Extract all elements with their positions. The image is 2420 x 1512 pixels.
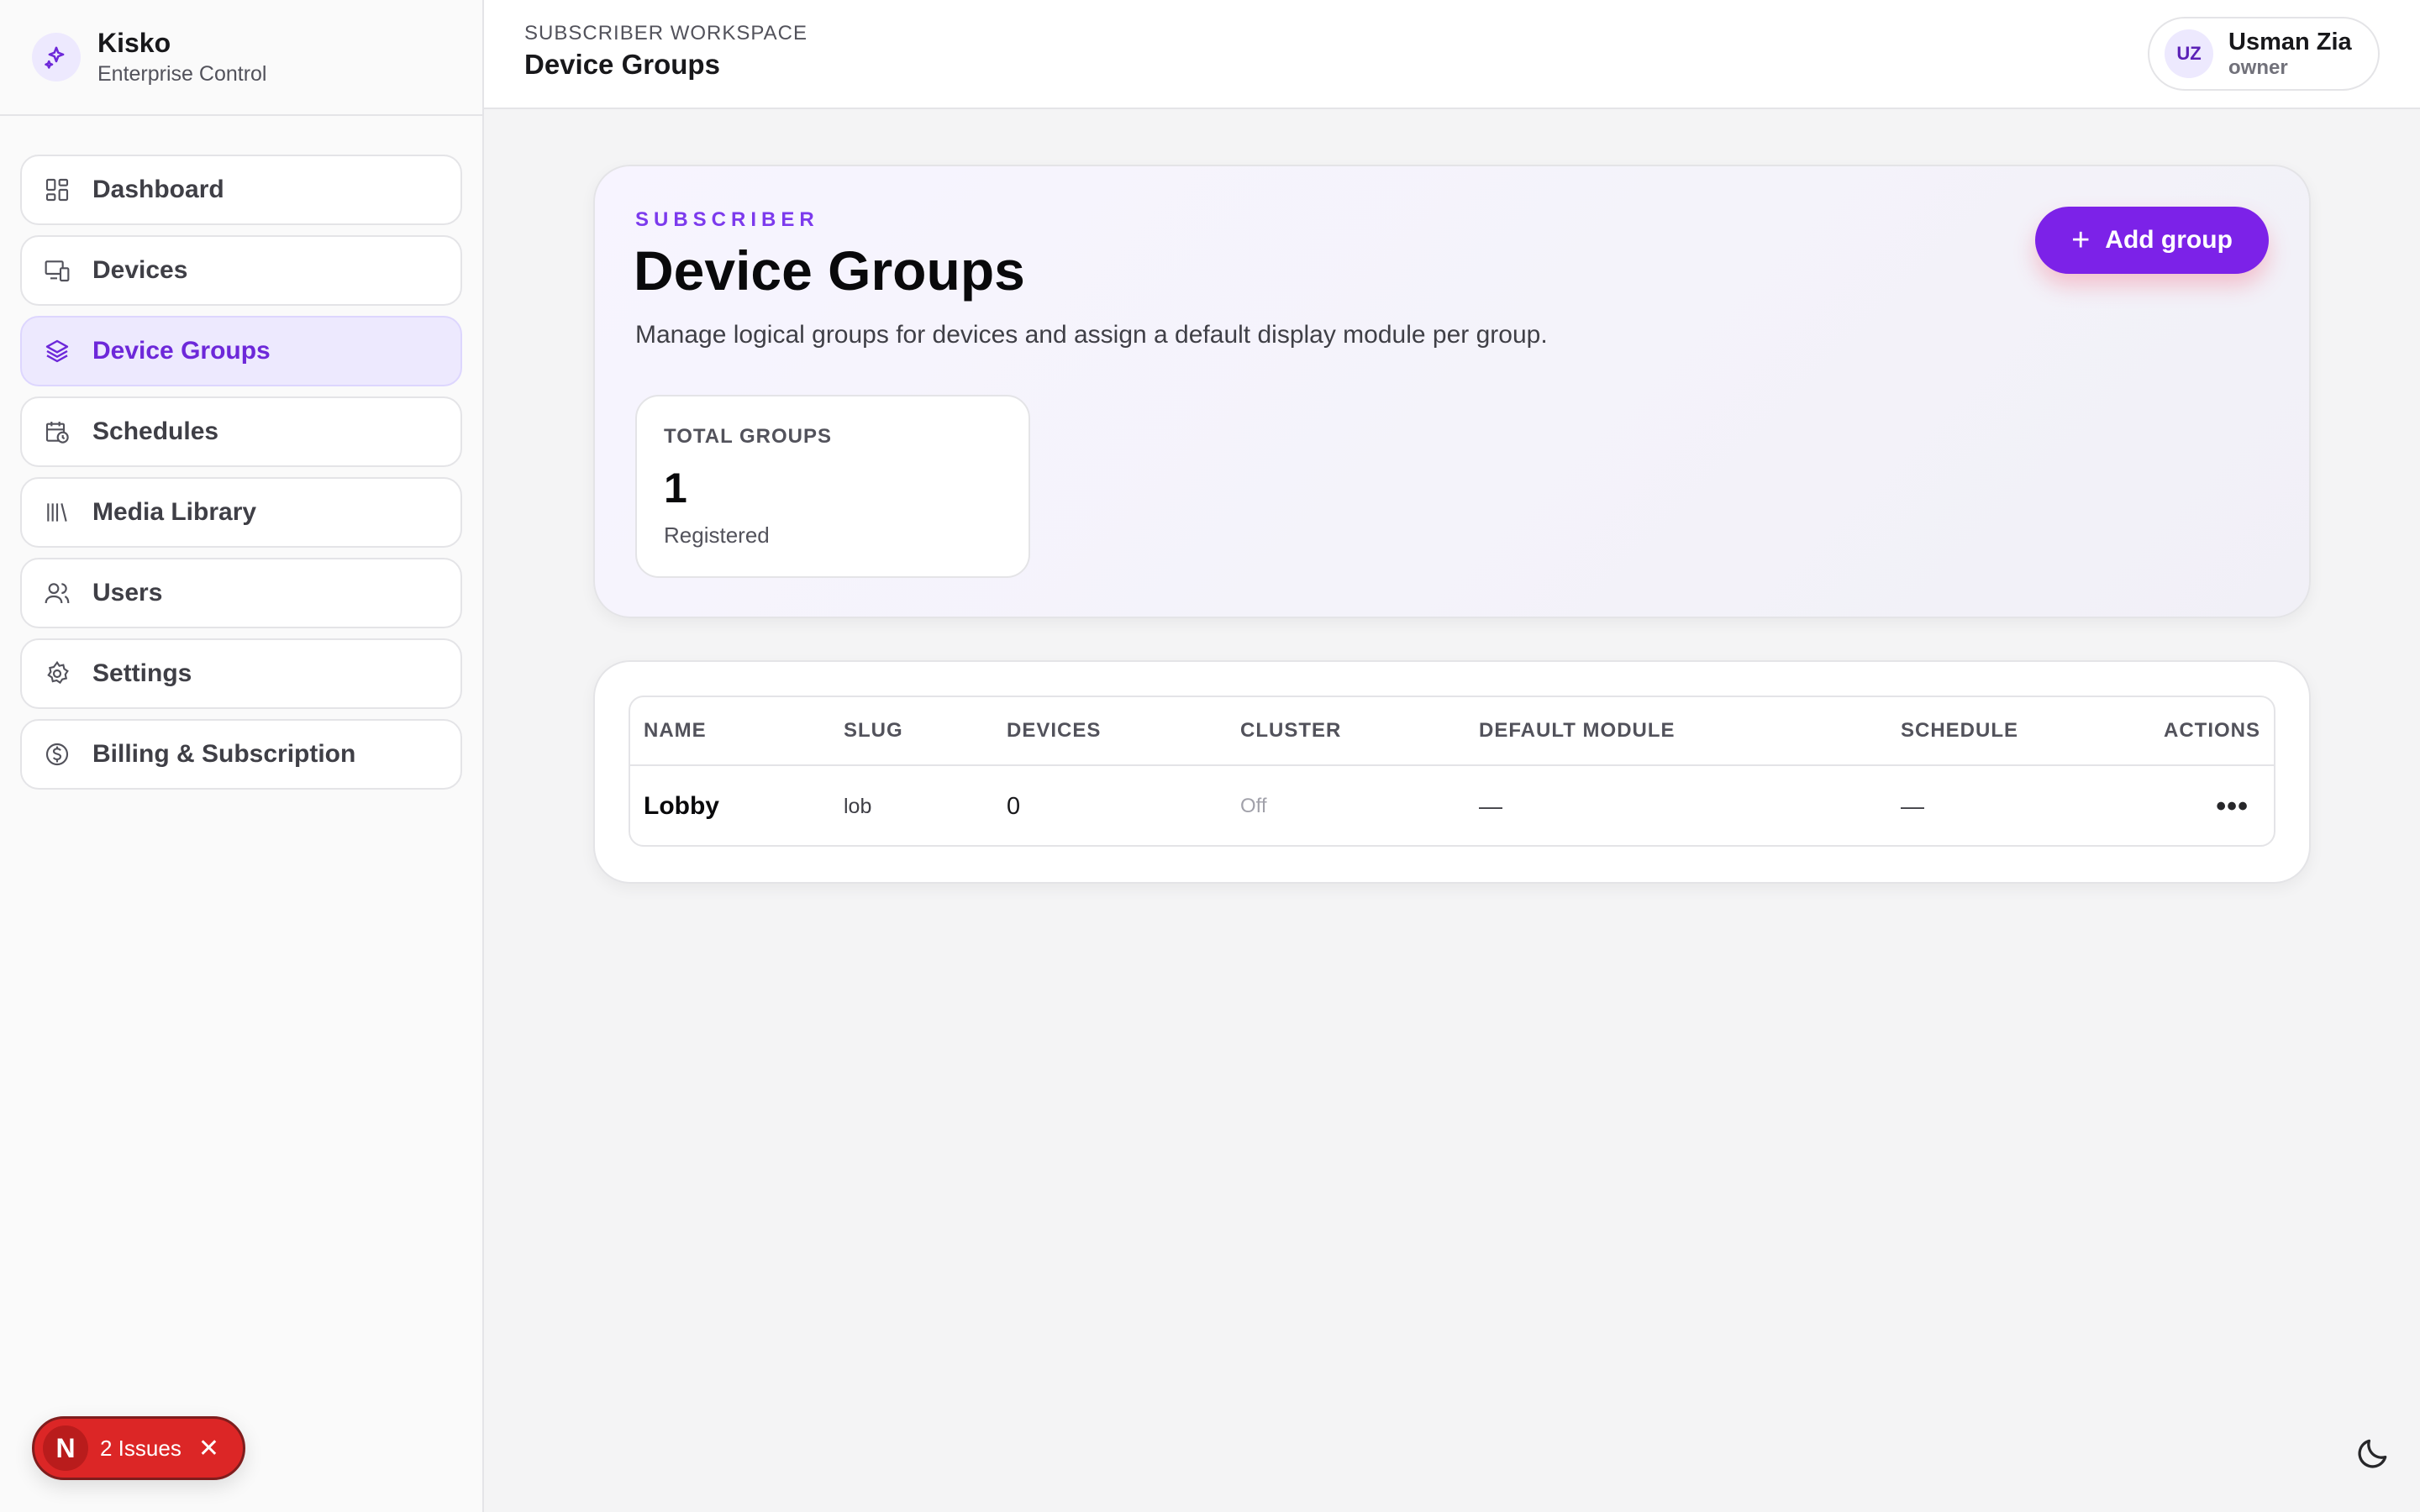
calendar-clock-icon — [44, 418, 71, 445]
table-header: NAME SLUG DEVICES CLUSTER DEFAULT MODULE… — [630, 697, 2274, 766]
group-cluster: Off — [1240, 795, 1267, 817]
stat-label: TOTAL GROUPS — [664, 425, 833, 448]
sidebar-item-media-library[interactable]: Media Library — [20, 477, 462, 548]
sidebar-item-label: Devices — [92, 256, 188, 284]
table-row[interactable]: Lobby lob 0 Off — — ••• — [630, 766, 2274, 845]
user-menu[interactable]: UZ Usman Zia owner — [2148, 17, 2380, 91]
column-header-slug: SLUG — [844, 719, 903, 742]
sidebar-item-label: Settings — [92, 659, 192, 687]
close-icon[interactable]: ✕ — [198, 1434, 219, 1463]
add-group-button[interactable]: + Add group — [2035, 207, 2269, 274]
group-slug: lob — [844, 794, 872, 818]
add-group-label: Add group — [2105, 226, 2233, 254]
column-header-actions: ACTIONS — [2164, 719, 2260, 742]
gear-icon — [44, 660, 71, 687]
sidebar-item-label: Media Library — [92, 498, 257, 526]
sidebar-item-label: Users — [92, 579, 163, 606]
sidebar-item-label: Dashboard — [92, 176, 224, 203]
sidebar-item-label: Billing & Subscription — [92, 740, 356, 768]
column-header-name: NAME — [644, 719, 707, 742]
total-groups-stat: TOTAL GROUPS 1 Registered — [635, 395, 1030, 578]
dashboard-grid-icon — [44, 176, 71, 203]
sidebar-item-label: Schedules — [92, 417, 219, 445]
issues-label[interactable]: 2 Issues — [100, 1436, 182, 1462]
layers-icon — [44, 338, 71, 365]
section-eyebrow: SUBSCRIBER — [635, 208, 819, 231]
user-role: owner — [2228, 55, 2288, 79]
sidebar-item-label: Device Groups — [92, 337, 271, 365]
groups-table: NAME SLUG DEVICES CLUSTER DEFAULT MODULE… — [629, 696, 2275, 847]
hero-title: Device Groups — [634, 239, 1025, 302]
users-icon — [44, 580, 71, 606]
sidebar-item-billing[interactable]: Billing & Subscription — [20, 719, 462, 790]
sidebar: Kisko Enterprise Control Dashboard Devic… — [0, 0, 484, 1512]
sidebar-item-device-groups[interactable]: Device Groups — [20, 316, 462, 386]
devices-icon — [44, 257, 71, 284]
sidebar-item-devices[interactable]: Devices — [20, 235, 462, 306]
sidebar-item-users[interactable]: Users — [20, 558, 462, 628]
plus-icon: + — [2071, 223, 2091, 258]
brand-subtitle: Enterprise Control — [97, 62, 267, 86]
sidebar-item-dashboard[interactable]: Dashboard — [20, 155, 462, 225]
column-header-cluster: CLUSTER — [1240, 719, 1342, 742]
hero-description: Manage logical groups for devices and as… — [635, 321, 1548, 349]
top-bar: SUBSCRIBER WORKSPACE Device Groups UZ Us… — [484, 0, 2420, 109]
stat-caption: Registered — [664, 522, 770, 548]
group-device-count: 0 — [1007, 792, 1021, 820]
column-header-default-module: DEFAULT MODULE — [1479, 719, 1676, 742]
brand: Kisko Enterprise Control — [0, 0, 482, 116]
page-title: Device Groups — [524, 49, 720, 80]
sidebar-item-schedules[interactable]: Schedules — [20, 396, 462, 467]
moon-icon[interactable] — [2354, 1435, 2391, 1472]
sidebar-item-settings[interactable]: Settings — [20, 638, 462, 709]
group-name: Lobby — [644, 792, 719, 820]
brand-name: Kisko — [97, 28, 171, 58]
group-default-module: — — [1479, 793, 1502, 819]
app-root: Kisko Enterprise Control Dashboard Devic… — [0, 0, 2420, 1512]
column-header-schedule: SCHEDULE — [1901, 719, 2019, 742]
issues-toast[interactable]: N 2 Issues ✕ — [32, 1416, 245, 1480]
sparkle-logo-icon — [32, 33, 81, 81]
more-actions-icon[interactable]: ••• — [2216, 766, 2249, 845]
group-schedule: — — [1901, 793, 1924, 819]
column-header-devices: DEVICES — [1007, 719, 1102, 742]
sidebar-nav: Dashboard Devices Device Groups Schedule… — [0, 116, 482, 790]
library-icon — [44, 499, 71, 526]
user-name: Usman Zia — [2228, 28, 2352, 55]
dollar-circle-icon — [44, 741, 71, 768]
breadcrumb: SUBSCRIBER WORKSPACE — [524, 22, 808, 45]
stat-value: 1 — [664, 465, 687, 512]
hero-card: SUBSCRIBER Device Groups Manage logical … — [593, 165, 2311, 618]
avatar: UZ — [2165, 29, 2213, 78]
next-logo-icon: N — [43, 1425, 88, 1471]
groups-table-card: NAME SLUG DEVICES CLUSTER DEFAULT MODULE… — [593, 660, 2311, 884]
